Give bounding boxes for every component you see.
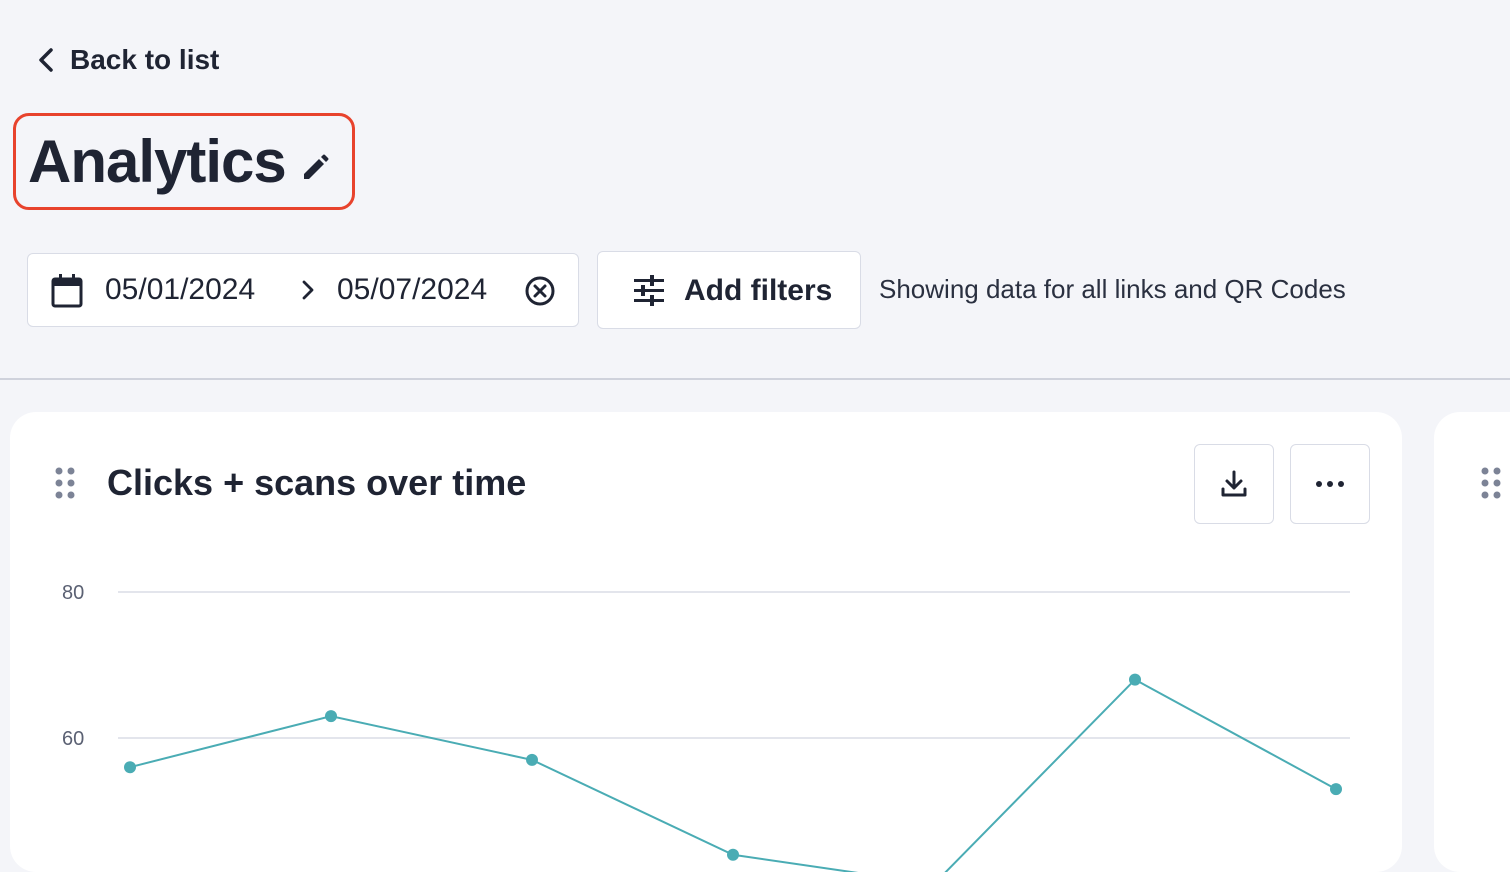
end-date[interactable]: 05/07/2024	[337, 273, 487, 307]
calendar-icon	[51, 274, 83, 308]
start-date[interactable]: 05/01/2024	[105, 273, 255, 307]
pencil-icon[interactable]	[300, 153, 330, 183]
y-tick-label: 60	[62, 728, 84, 750]
sliders-icon	[634, 275, 664, 306]
data-point[interactable]	[1330, 783, 1342, 796]
add-filters-button[interactable]: Add filters	[597, 251, 861, 329]
secondary-card	[1434, 412, 1510, 872]
clicks-scans-card: Clicks + scans over time 60 80	[10, 412, 1402, 872]
back-to-list-label: Back to list	[70, 44, 220, 75]
chevron-left-icon	[39, 48, 53, 72]
clicks-scans-chart: 60 80	[62, 582, 1350, 872]
add-filters-label: Add filters	[684, 274, 833, 307]
data-point[interactable]	[325, 710, 337, 723]
data-point[interactable]	[124, 761, 136, 774]
page-title-container: Analytics	[13, 113, 355, 210]
data-point[interactable]	[526, 753, 538, 766]
data-point[interactable]	[1129, 673, 1141, 686]
drag-handle-icon[interactable]	[1480, 466, 1502, 500]
section-divider	[0, 378, 1510, 380]
data-scope-text: Showing data for all links and QR Codes	[879, 274, 1346, 304]
page-title: Analytics	[28, 128, 287, 195]
date-range-picker[interactable]: 05/01/2024 05/07/2024	[27, 253, 579, 327]
clear-circle-icon[interactable]	[524, 275, 556, 307]
series-line	[129, 678, 1337, 872]
back-to-list-link[interactable]: Back to list	[36, 44, 219, 76]
y-tick-label: 80	[62, 582, 84, 604]
chevron-right-icon	[302, 280, 314, 300]
data-point[interactable]	[727, 848, 739, 861]
